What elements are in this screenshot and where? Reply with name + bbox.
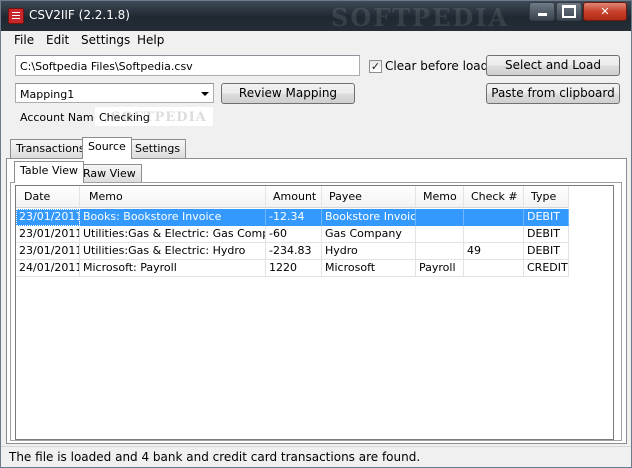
chevron-down-icon <box>201 92 209 96</box>
cell-memo-2 <box>416 226 464 243</box>
close-icon: ✕ <box>600 5 610 18</box>
tab-settings[interactable]: Settings <box>129 139 187 158</box>
column-header-memo[interactable]: Memo <box>80 186 266 208</box>
cell-check-number: 49 <box>464 243 524 260</box>
menu-edit[interactable]: Edit <box>46 33 69 47</box>
tab-raw-view[interactable]: Raw View <box>77 164 142 183</box>
status-bar: The file is loaded and 4 bank and credit… <box>1 446 631 467</box>
clear-before-load-label: Clear before load <box>385 59 489 73</box>
column-header-date[interactable]: Date <box>16 186 80 208</box>
cell-check-number <box>464 226 524 243</box>
menu-settings[interactable]: Settings <box>81 33 130 47</box>
table-header: Date Memo Amount Payee Memo Check # Type <box>16 186 613 208</box>
menu-bar: File Edit Settings Help <box>1 31 631 51</box>
mapping-selected-value: Mapping1 <box>20 88 75 101</box>
cell-memo: Microsoft: Payroll <box>80 260 266 277</box>
column-header-amount[interactable]: Amount <box>266 186 322 208</box>
maximize-icon <box>562 5 576 18</box>
account-name-label: Account Name: <box>20 111 105 124</box>
maximize-button[interactable] <box>556 2 582 21</box>
cell-payee: Microsoft <box>322 260 416 277</box>
cell-date: 23/01/2011 <box>16 226 80 243</box>
mapping-select[interactable]: Mapping1 <box>15 83 214 103</box>
softpedia-watermark: SOFTPEDIA <box>331 3 510 32</box>
menu-file[interactable]: File <box>14 33 34 47</box>
cell-date: 23/01/2011 <box>16 209 80 226</box>
file-path-field[interactable]: C:\Softpedia Files\Softpedia.csv <box>15 55 360 76</box>
cell-payee: Gas Company <box>322 226 416 243</box>
cell-check-number <box>464 209 524 226</box>
minimize-button[interactable] <box>529 2 555 21</box>
cell-amount: -234.83 <box>266 243 322 260</box>
table-row[interactable]: 23/01/2011 Utilities:Gas & Electric: Hyd… <box>16 243 569 260</box>
app-window: CSV2IIF (2.2.1.8) SOFTPEDIA ✕ File Edit … <box>0 0 632 468</box>
cell-memo: Utilities:Gas & Electric: Gas Company <box>80 226 266 243</box>
clear-before-load-checkbox[interactable]: ✓ <box>369 60 382 73</box>
table-row[interactable]: 23/01/2011 Books: Bookstore Invoice -12.… <box>16 209 569 226</box>
cell-payee: Bookstore Invoice <box>322 209 416 226</box>
cell-type: DEBIT <box>524 243 569 260</box>
cell-payee: Hydro <box>322 243 416 260</box>
tab-source[interactable]: Source <box>82 137 132 159</box>
cell-amount: -60 <box>266 226 322 243</box>
app-icon[interactable] <box>8 8 24 24</box>
menu-help[interactable]: Help <box>137 33 164 47</box>
cell-type: CREDIT <box>524 260 569 277</box>
cell-memo-2: Payroll <box>416 260 464 277</box>
column-header-memo-2[interactable]: Memo <box>416 186 464 208</box>
cell-memo-2 <box>416 209 464 226</box>
tab-table-view[interactable]: Table View <box>14 161 85 183</box>
cell-type: DEBIT <box>524 226 569 243</box>
transactions-table[interactable]: Date Memo Amount Payee Memo Check # Type… <box>15 185 614 440</box>
title-bar[interactable]: CSV2IIF (2.2.1.8) SOFTPEDIA ✕ <box>1 1 631 32</box>
close-button[interactable]: ✕ <box>583 2 627 21</box>
minimize-icon <box>538 7 547 16</box>
table-row[interactable]: 24/01/2011 Microsoft: Payroll 1220 Micro… <box>16 260 569 277</box>
status-text: The file is loaded and 4 bank and credit… <box>9 450 421 464</box>
window-title: CSV2IIF (2.2.1.8) <box>29 8 130 22</box>
cell-memo-2 <box>416 243 464 260</box>
caption-buttons: ✕ <box>528 2 627 21</box>
column-header-payee[interactable]: Payee <box>322 186 416 208</box>
review-mapping-button[interactable]: Review Mapping <box>221 83 355 104</box>
select-and-load-button[interactable]: Select and Load <box>486 55 620 76</box>
cell-amount: 1220 <box>266 260 322 277</box>
paste-from-clipboard-button[interactable]: Paste from clipboard <box>486 83 620 104</box>
cell-memo: Utilities:Gas & Electric: Hydro <box>80 243 266 260</box>
cell-date: 23/01/2011 <box>16 243 80 260</box>
table-row[interactable]: 23/01/2011 Utilities:Gas & Electric: Gas… <box>16 226 569 243</box>
account-watermark: SOFTPEDIA <box>111 110 207 125</box>
cell-memo: Books: Bookstore Invoice <box>80 209 266 226</box>
tab-transactions[interactable]: Transactions <box>10 139 91 158</box>
cell-amount: -12.34 <box>266 209 322 226</box>
column-header-check-number[interactable]: Check # <box>464 186 524 208</box>
cell-date: 24/01/2011 <box>16 260 80 277</box>
column-header-type[interactable]: Type <box>524 186 569 208</box>
cell-check-number <box>464 260 524 277</box>
cell-type: DEBIT <box>524 209 569 226</box>
checkmark-icon: ✓ <box>370 60 381 73</box>
